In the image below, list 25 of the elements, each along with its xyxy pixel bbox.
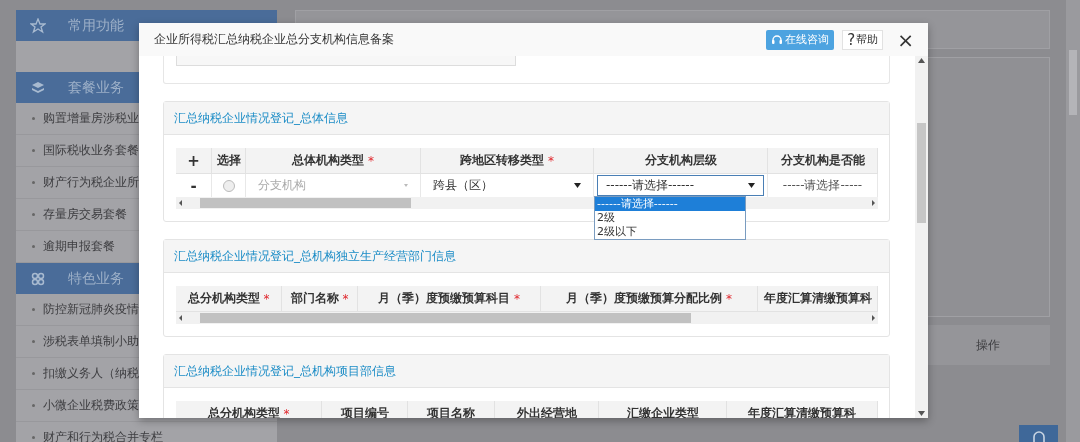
column-header: 操作 bbox=[976, 336, 1000, 354]
required-mark: * bbox=[283, 406, 290, 418]
column-header: 分支机构是否能 bbox=[780, 152, 865, 169]
section-title: 汇总纳税企业情况登记_总机构项目部信息 bbox=[174, 362, 396, 380]
column-header: 年度汇算清缴预算科 bbox=[763, 290, 872, 307]
column-header: 月（季）度预缴预算分配比例 bbox=[566, 290, 722, 307]
required-mark: * bbox=[514, 291, 520, 306]
required-mark: * bbox=[342, 291, 349, 306]
section-title: 汇总纳税企业情况登记_总机构独立生产经营部门信息 bbox=[174, 247, 456, 265]
required-mark: * bbox=[548, 153, 554, 168]
required-mark: * bbox=[263, 291, 270, 306]
column-header: 部门名称 bbox=[290, 290, 339, 307]
column-header: 选择 bbox=[216, 152, 241, 169]
column-header: 跨地区转移类型 bbox=[460, 152, 544, 169]
column-header: 总分机构类型 bbox=[187, 290, 260, 307]
column-header: 月（季）度预缴预算科目 bbox=[378, 290, 510, 307]
column-header: 总体机构类型 bbox=[292, 152, 364, 169]
required-mark: * bbox=[368, 153, 374, 168]
required-mark: * bbox=[726, 291, 732, 306]
column-header: 总分机构类型 bbox=[207, 405, 280, 418]
column-header: 外出经营地 bbox=[516, 405, 577, 418]
dialog-title: 企业所得税汇总纳税企业总分支机构信息备案 bbox=[154, 31, 395, 48]
column-header: 分支机构层级 bbox=[644, 152, 717, 169]
table-cell: -----请选择----- bbox=[782, 177, 863, 194]
section-title: 汇总纳税企业情况登记_总体信息 bbox=[174, 109, 348, 127]
